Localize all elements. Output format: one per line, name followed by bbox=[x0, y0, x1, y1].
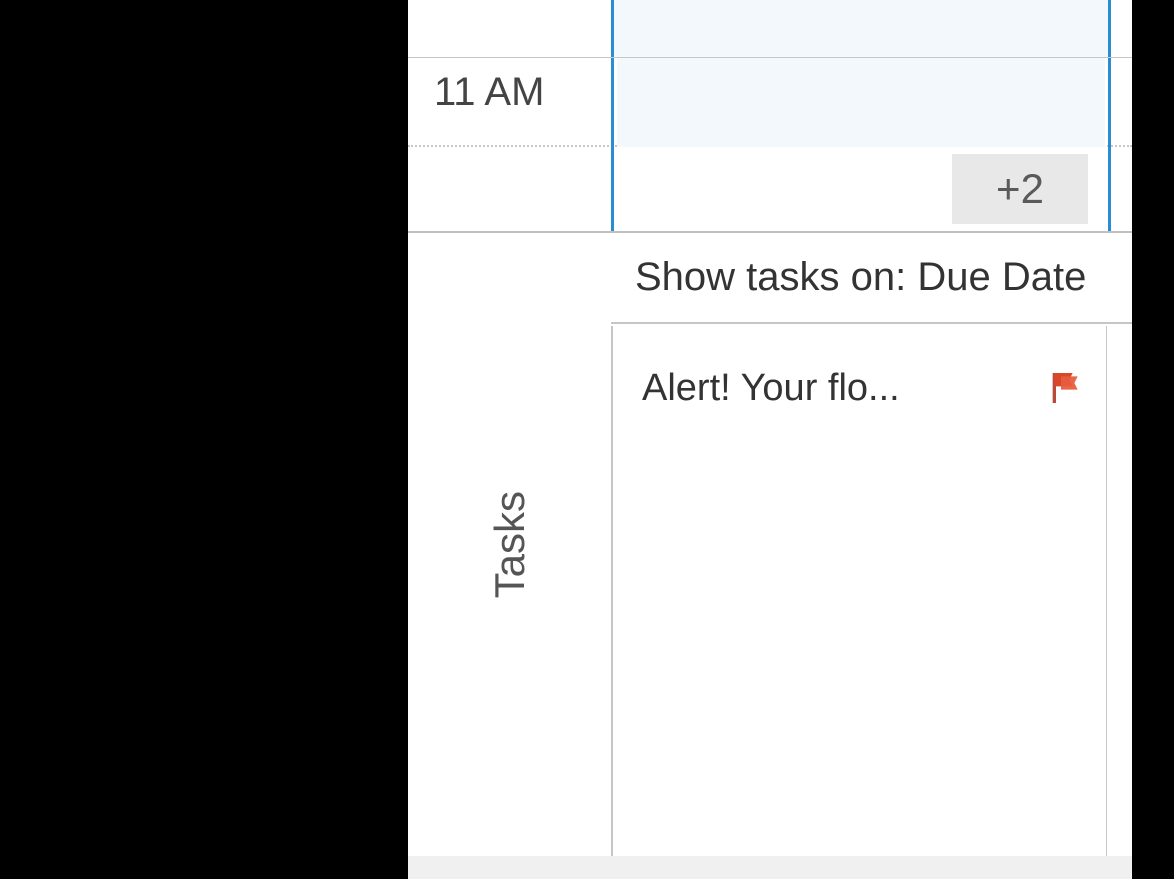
task-item[interactable]: Alert! Your flo... bbox=[614, 326, 1106, 450]
time-row bbox=[408, 0, 1132, 58]
more-count-label: +2 bbox=[996, 165, 1044, 213]
calendar-slot[interactable] bbox=[611, 0, 1111, 58]
tasks-section-label: Tasks bbox=[486, 491, 534, 598]
flag-icon[interactable] bbox=[1046, 368, 1086, 408]
tasks-header-label: Show tasks on: Due Date bbox=[635, 255, 1086, 300]
slot-upper-half[interactable] bbox=[617, 58, 1105, 147]
bottom-strip bbox=[408, 856, 1132, 879]
tasks-sidebar: Tasks bbox=[408, 233, 611, 856]
right-mask bbox=[1132, 0, 1174, 879]
more-appointments-badge[interactable]: +2 bbox=[952, 154, 1088, 224]
time-gutter bbox=[408, 0, 603, 58]
tasks-list: Alert! Your flo... bbox=[614, 326, 1106, 856]
calendar-panel: 11 AM +2 Show tasks on: Due Date Tasks A… bbox=[408, 0, 1132, 856]
tasks-border-left bbox=[611, 326, 613, 856]
tasks-header[interactable]: Show tasks on: Due Date bbox=[611, 233, 1132, 324]
time-label: 11 AM bbox=[434, 70, 544, 115]
left-mask bbox=[0, 0, 408, 879]
task-item-text: Alert! Your flo... bbox=[642, 367, 1046, 410]
